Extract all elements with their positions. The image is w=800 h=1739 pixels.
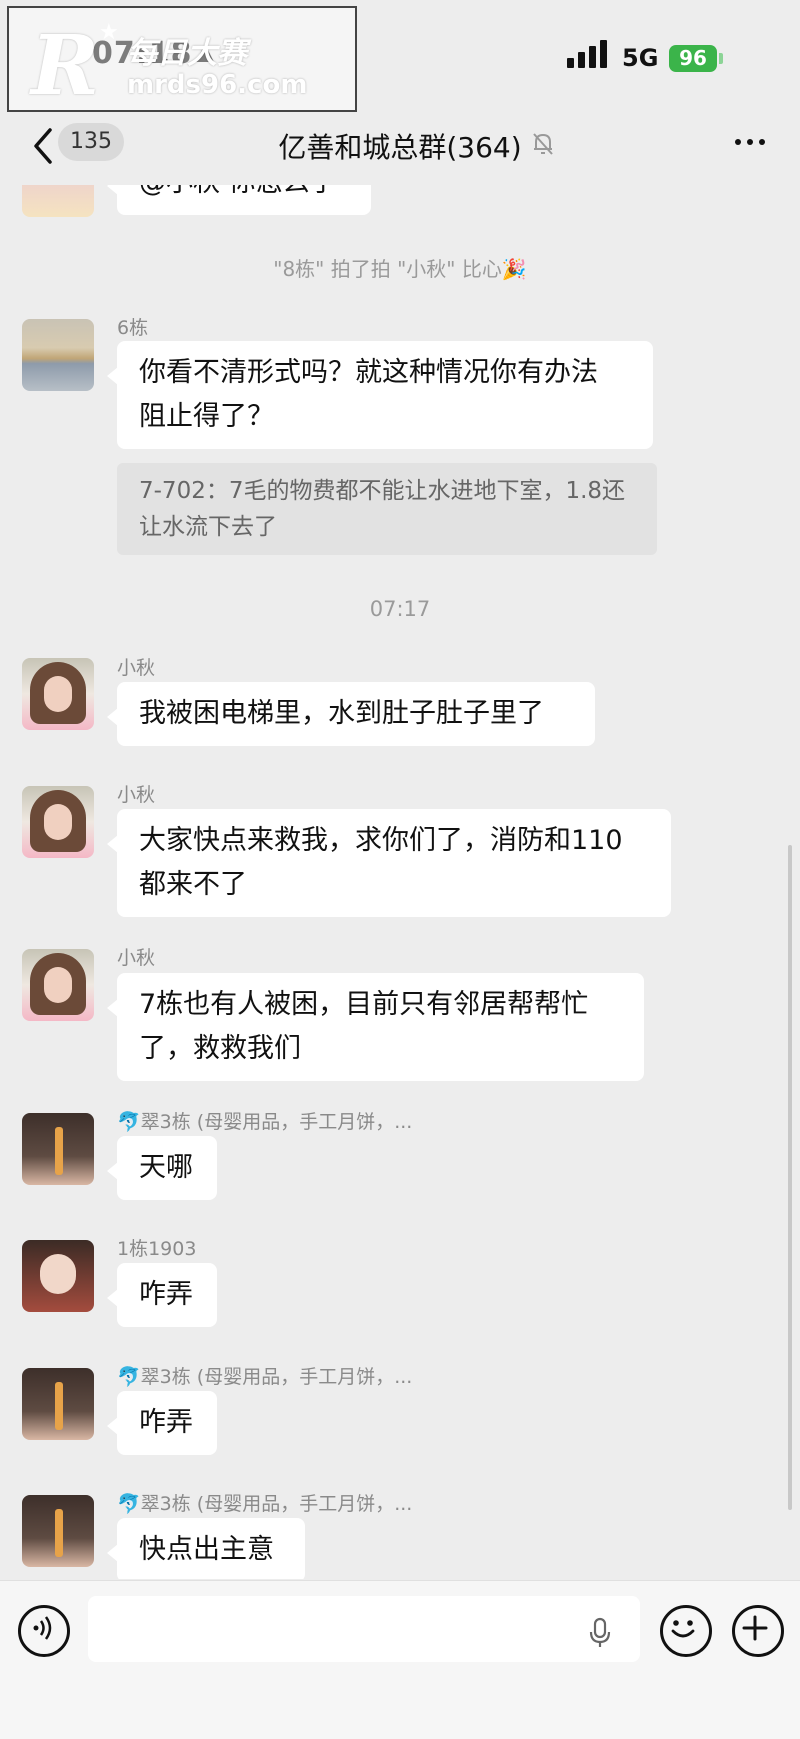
sender-name: 6栋 — [117, 317, 149, 339]
microphone-icon[interactable] — [588, 1617, 612, 1649]
sender-name: 🐬翠3栋 (母婴用品，手工月饼，... — [117, 1111, 413, 1133]
sender-name: 🐬翠3栋 (母婴用品，手工月饼，... — [117, 1493, 413, 1515]
quote-line: 7-702：7毛的物费都不能让水进地下室，1.8还 — [139, 478, 626, 504]
avatar[interactable] — [22, 1368, 94, 1440]
watermark: R ★ 每日大赛 mrds96.com — [7, 6, 357, 114]
battery-level: 96 — [679, 46, 707, 70]
quoted-reply[interactable]: 7-702：7毛的物费都不能让水进地下室，1.8还 让水流下去了 — [117, 463, 657, 555]
message-bubble[interactable]: 7栋也有人被困，目前只有邻居帮帮忙 了，救救我们 — [107, 973, 644, 1081]
message-bubble[interactable]: 你看不清形式吗？就这种情况你有办法 阻止得了？ — [107, 341, 653, 449]
chat-title: 亿善和城总群(364) — [278, 131, 522, 164]
avatar[interactable] — [22, 786, 94, 858]
message-list[interactable]: @小秋 你怎么了 "8栋" 拍了拍 "小秋" 比心🎉 6栋 你看不清形式吗？就这… — [0, 185, 800, 1579]
message-line: 了，救救我们 — [139, 1033, 301, 1064]
avatar[interactable] — [22, 1113, 94, 1185]
avatar[interactable] — [22, 1495, 94, 1567]
watermark-brand: 每日大赛 — [127, 36, 247, 71]
message-bubble[interactable]: 天哪 — [107, 1136, 217, 1200]
sender-name: 小秋 — [117, 657, 156, 679]
message-line: 你看不清形式吗？就这种情况你有办法 — [139, 357, 598, 388]
input-bar — [0, 1580, 800, 1739]
message-input[interactable] — [88, 1596, 640, 1662]
message-line: 大家快点来救我，求你们了，消防和110 — [139, 825, 623, 856]
battery-icon: 96 — [669, 45, 717, 72]
signal-icon — [567, 40, 609, 68]
sender-name: 🐬翠3栋 (母婴用品，手工月饼，... — [117, 1366, 413, 1388]
message-line: 阻止得了？ — [139, 401, 274, 432]
message-bubble[interactable]: @小秋 你怎么了 — [107, 185, 371, 215]
watermark-url: mrds96.com — [127, 70, 308, 100]
more-dots-icon[interactable] — [735, 139, 765, 147]
avatar[interactable] — [22, 1240, 94, 1312]
message-bubble[interactable]: 咋弄 — [107, 1263, 217, 1327]
sender-name: 小秋 — [117, 784, 156, 806]
system-pat-notice: "8栋" 拍了拍 "小秋" 比心🎉 — [273, 257, 527, 281]
sender-name: 1栋1903 — [117, 1238, 197, 1260]
timestamp: 07:17 — [369, 597, 431, 621]
voice-icon[interactable] — [18, 1605, 70, 1657]
plus-icon[interactable] — [732, 1605, 784, 1657]
sender-name: 小秋 — [117, 947, 156, 969]
avatar[interactable] — [22, 319, 94, 391]
message-line: 都来不了 — [139, 869, 247, 900]
quote-line: 让水流下去了 — [139, 514, 277, 540]
message-bubble[interactable]: 咋弄 — [107, 1391, 217, 1455]
watermark-logo: R — [31, 18, 100, 114]
message-bubble[interactable]: 我被困电梯里，水到肚子肚子里了 — [107, 682, 595, 746]
watermark-star-icon: ★ — [99, 20, 119, 45]
avatar[interactable] — [22, 949, 94, 1021]
avatar[interactable] — [22, 658, 94, 730]
network-type: 5G — [622, 44, 659, 72]
avatar[interactable] — [22, 185, 94, 217]
message-line: 7栋也有人被困，目前只有邻居帮帮忙 — [139, 989, 589, 1020]
message-bubble[interactable]: 大家快点来救我，求你们了，消防和110 都来不了 — [107, 809, 671, 917]
battery-tip — [719, 53, 723, 64]
emoji-icon[interactable] — [660, 1605, 712, 1657]
mute-bell-icon — [533, 133, 553, 155]
message-bubble[interactable]: 快点出主意 — [107, 1518, 305, 1579]
scrollbar[interactable] — [788, 845, 792, 1510]
